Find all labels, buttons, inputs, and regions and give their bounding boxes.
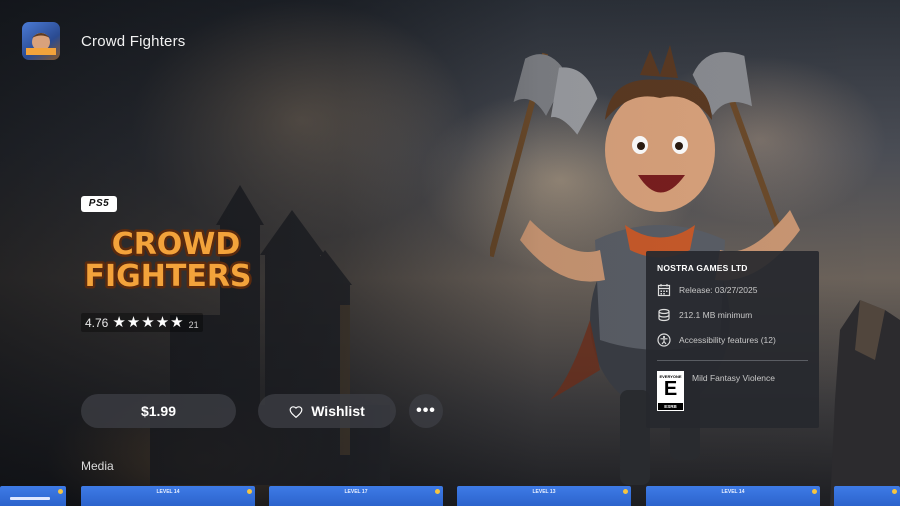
more-options-button[interactable]: ••• — [409, 394, 443, 428]
coin-icon — [623, 489, 628, 494]
publisher-name: NOSTRA GAMES LTD — [657, 263, 748, 273]
media-strip: LEVEL 14 LEVEL 17 LEVEL 13 LEVEL 14 — [0, 486, 900, 506]
accessibility-icon — [657, 333, 671, 347]
buy-price-button[interactable]: $1.99 — [81, 394, 236, 428]
age-rating-row: EVERYONE E ESRB Mild Fantasy Violence — [657, 371, 808, 411]
coin-icon — [892, 489, 897, 494]
logo-line1: CROWD — [112, 227, 241, 262]
wishlist-button[interactable]: Wishlist — [258, 394, 396, 428]
media-thumbnail[interactable] — [834, 486, 900, 506]
rating-summary[interactable]: 4.76 ★★★★★ 21 — [81, 313, 203, 332]
size-row: 212.1 MB minimum — [657, 307, 808, 323]
thumbnail-bar — [10, 497, 50, 500]
wishlist-label: Wishlist — [311, 403, 365, 419]
game-logo: CROWD CROWD FIGHTERS FIGHTERS — [82, 226, 254, 292]
panel-divider — [657, 360, 808, 361]
thumbnail-level: LEVEL 14 — [156, 489, 180, 495]
media-thumbnail[interactable]: LEVEL 14 — [81, 486, 255, 506]
game-icon-art — [26, 33, 56, 55]
release-date: Release: 03/27/2025 — [679, 285, 758, 295]
coin-icon — [247, 489, 252, 494]
star-rating-icon: ★★★★★ — [112, 314, 185, 331]
download-size: 212.1 MB minimum — [679, 310, 753, 320]
media-thumbnail[interactable]: LEVEL 13 — [457, 486, 631, 506]
ps5-logo-icon: PS5 — [81, 196, 117, 212]
thumbnail-level: LEVEL 17 — [344, 489, 368, 495]
media-thumbnail[interactable]: LEVEL 14 — [646, 486, 820, 506]
logo-line2: FIGHTERS — [84, 259, 251, 292]
thumbnail-level: LEVEL 14 — [721, 489, 745, 495]
media-thumbnail[interactable] — [0, 486, 66, 506]
calendar-icon — [657, 284, 671, 297]
game-icon[interactable] — [22, 22, 60, 60]
thumbnail-level: LEVEL 13 — [532, 489, 556, 495]
accessibility-features: Accessibility features (12) — [679, 335, 776, 345]
heart-icon — [289, 405, 303, 418]
esrb-bottom-label: ESRB — [658, 403, 683, 410]
coin-icon — [435, 489, 440, 494]
storage-icon — [658, 308, 670, 322]
coin-icon — [58, 489, 63, 494]
rating-score: 4.76 — [85, 315, 109, 330]
game-title: Crowd Fighters — [81, 33, 186, 50]
accessibility-row[interactable]: Accessibility features (12) — [657, 332, 808, 348]
ellipsis-icon: ••• — [416, 402, 436, 419]
media-section-label: Media — [81, 459, 114, 473]
content-descriptor: Mild Fantasy Violence — [692, 373, 775, 383]
game-info-panel: NOSTRA GAMES LTD Release: 03/27/2025 212… — [646, 251, 819, 428]
media-thumbnail[interactable]: LEVEL 17 — [269, 486, 443, 506]
esrb-letter: E — [663, 378, 678, 400]
esrb-rating-icon: EVERYONE E ESRB — [657, 371, 684, 411]
coin-icon — [812, 489, 817, 494]
release-row: Release: 03/27/2025 — [657, 282, 808, 298]
rating-count: 21 — [188, 319, 199, 330]
